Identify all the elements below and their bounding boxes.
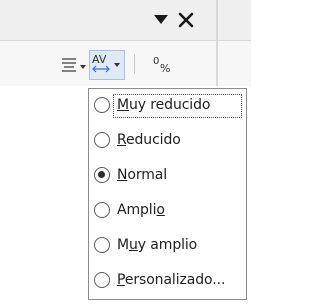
- window-edge-divider: [216, 0, 218, 86]
- menu-item-label: Muy amplio: [117, 237, 198, 253]
- percent-format-button[interactable]: 0 %: [147, 52, 175, 78]
- menu-item-personalizado[interactable]: Personalizado...: [89, 266, 246, 300]
- svg-text:0: 0: [153, 56, 159, 67]
- svg-text:AV: AV: [92, 53, 107, 66]
- close-icon[interactable]: [177, 11, 195, 29]
- radio-button[interactable]: [94, 132, 110, 148]
- sidebar-panel: AV 0 % Muy reducido Reducido Normal Ampl…: [0, 0, 251, 306]
- format-toolbar: AV 0 %: [0, 41, 251, 86]
- menu-item-normal[interactable]: Normal: [89, 161, 246, 195]
- radio-button[interactable]: [94, 202, 110, 218]
- menu-item-label: Personalizado...: [117, 272, 226, 288]
- toolbar-separator: [134, 54, 135, 74]
- menu-item-amplio[interactable]: Amplio: [89, 196, 246, 230]
- menu-item-label: Normal: [117, 167, 168, 183]
- percent-format-icon: 0 %: [153, 56, 170, 75]
- chevron-down-icon: [80, 65, 86, 69]
- radio-button[interactable]: [94, 97, 110, 113]
- align-dropdown-button[interactable]: [60, 55, 88, 77]
- menu-item-reducido[interactable]: Reducido: [89, 126, 246, 160]
- align-lines-icon: [62, 58, 76, 72]
- chevron-down-icon: [114, 63, 120, 67]
- character-spacing-button[interactable]: AV: [89, 50, 125, 80]
- radio-button[interactable]: [94, 237, 110, 253]
- menu-item-muy-amplio[interactable]: Muy amplio: [89, 231, 246, 265]
- character-spacing-menu: Muy reducido Reducido Normal Amplio Muy …: [88, 88, 247, 300]
- menu-item-muy-reducido[interactable]: Muy reducido: [89, 91, 246, 125]
- character-spacing-icon: AV: [92, 53, 110, 73]
- menu-item-label: Reducido: [117, 132, 181, 148]
- panel-titlebar: [0, 0, 251, 41]
- radio-button-selected[interactable]: [94, 167, 110, 183]
- menu-item-label: Amplio: [117, 202, 165, 218]
- panel-menu-triangle-icon[interactable]: [152, 12, 170, 28]
- radio-button[interactable]: [94, 272, 110, 288]
- menu-item-label: Muy reducido: [117, 97, 211, 113]
- svg-text:%: %: [160, 62, 170, 75]
